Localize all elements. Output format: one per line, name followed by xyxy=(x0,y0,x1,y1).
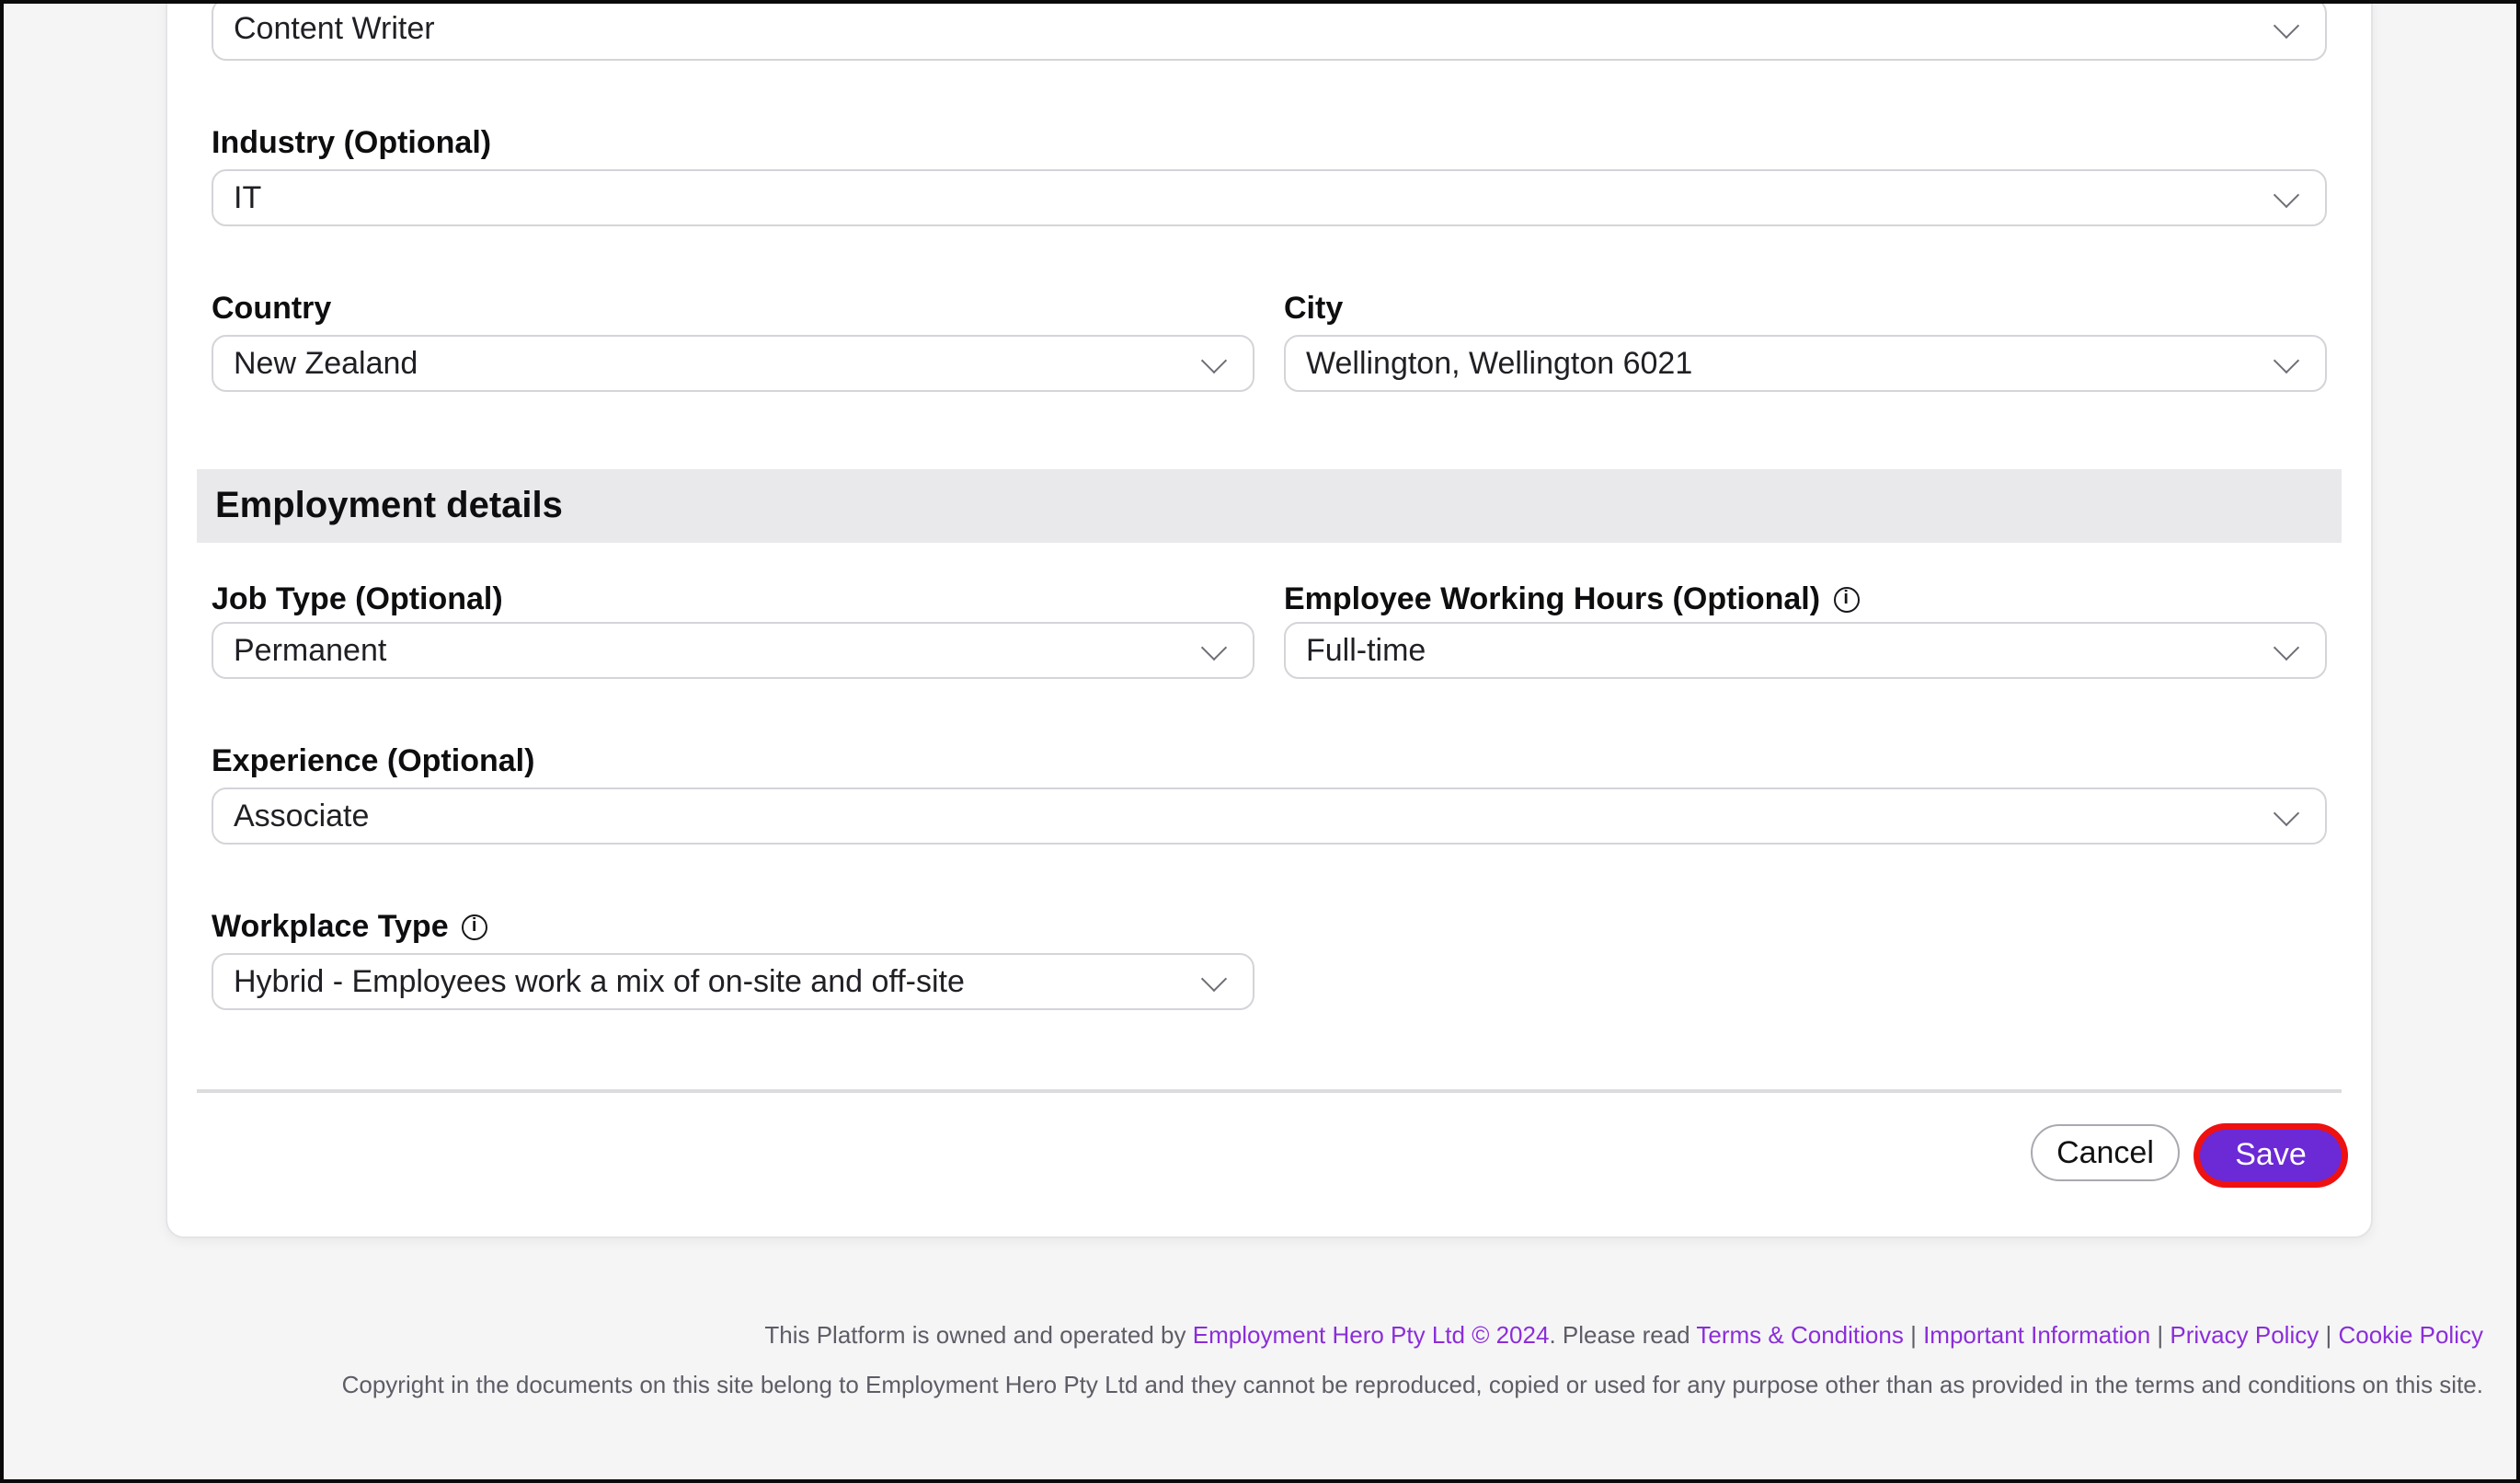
info-icon[interactable]: i xyxy=(462,914,487,940)
working-hours-select[interactable]: Full-time xyxy=(1284,622,2327,679)
chevron-down-icon xyxy=(2274,634,2299,660)
chevron-down-icon xyxy=(2274,181,2299,207)
working-hours-label: Employee Working Hours (Optional) i xyxy=(1284,581,1859,618)
section-title: Employment details xyxy=(215,485,563,527)
chevron-down-icon xyxy=(1201,634,1227,660)
footer-line-1: This Platform is owned and operated by E… xyxy=(764,1321,2483,1349)
chevron-down-icon xyxy=(2274,799,2299,825)
job-type-label: Job Type (Optional) xyxy=(212,581,503,618)
country-select[interactable]: New Zealand xyxy=(212,335,1254,392)
footer-separator: | xyxy=(2319,1321,2338,1349)
workplace-type-value: Hybrid - Employees work a mix of on-site… xyxy=(234,963,965,1000)
section-header-employment-details: Employment details xyxy=(197,469,2342,543)
footer-link-privacy-policy[interactable]: Privacy Policy xyxy=(2170,1321,2319,1349)
workplace-type-label-text: Workplace Type xyxy=(212,909,449,946)
footer-link-important-information[interactable]: Important Information xyxy=(1923,1321,2150,1349)
footer-link-employment-hero[interactable]: Employment Hero Pty Ltd © 2024 xyxy=(1193,1321,1550,1349)
experience-select[interactable]: Associate xyxy=(212,787,2327,845)
chevron-down-icon xyxy=(2274,13,2299,39)
city-value: Wellington, Wellington 6021 xyxy=(1306,345,1692,382)
footer-text: . Please read xyxy=(1549,1321,1696,1349)
save-button[interactable]: Save xyxy=(2200,1130,2342,1181)
city-select[interactable]: Wellington, Wellington 6021 xyxy=(1284,335,2327,392)
country-value: New Zealand xyxy=(234,345,418,382)
page: Content Writer Industry (Optional) IT Co… xyxy=(0,0,2520,1483)
footer-text: This Platform is owned and operated by xyxy=(764,1321,1192,1349)
footer-link-cookie-policy[interactable]: Cookie Policy xyxy=(2338,1321,2483,1349)
industry-value: IT xyxy=(234,179,261,216)
chevron-down-icon xyxy=(1201,347,1227,373)
city-label: City xyxy=(1284,291,1343,328)
job-title-select[interactable]: Content Writer xyxy=(212,0,2327,61)
job-type-value: Permanent xyxy=(234,632,386,669)
footer-separator: | xyxy=(1904,1321,1923,1349)
footer-line-2: Copyright in the documents on this site … xyxy=(342,1371,2483,1398)
industry-label: Industry (Optional) xyxy=(212,125,491,162)
experience-value: Associate xyxy=(234,798,369,834)
form-divider xyxy=(197,1089,2342,1093)
job-type-select[interactable]: Permanent xyxy=(212,622,1254,679)
cancel-button[interactable]: Cancel xyxy=(2031,1124,2180,1181)
workplace-type-label: Workplace Type i xyxy=(212,909,487,946)
workplace-type-select[interactable]: Hybrid - Employees work a mix of on-site… xyxy=(212,953,1254,1010)
chevron-down-icon xyxy=(1201,965,1227,991)
footer-separator: | xyxy=(2150,1321,2170,1349)
experience-label: Experience (Optional) xyxy=(212,743,534,780)
working-hours-value: Full-time xyxy=(1306,632,1426,669)
footer-link-terms-conditions[interactable]: Terms & Conditions xyxy=(1696,1321,1903,1349)
working-hours-label-text: Employee Working Hours (Optional) xyxy=(1284,581,1820,618)
chevron-down-icon xyxy=(2274,347,2299,373)
country-label: Country xyxy=(212,291,331,328)
screenshot-viewport: Content Writer Industry (Optional) IT Co… xyxy=(0,0,2520,1483)
job-title-value: Content Writer xyxy=(234,11,435,48)
info-icon[interactable]: i xyxy=(1833,587,1859,613)
industry-select[interactable]: IT xyxy=(212,169,2327,226)
